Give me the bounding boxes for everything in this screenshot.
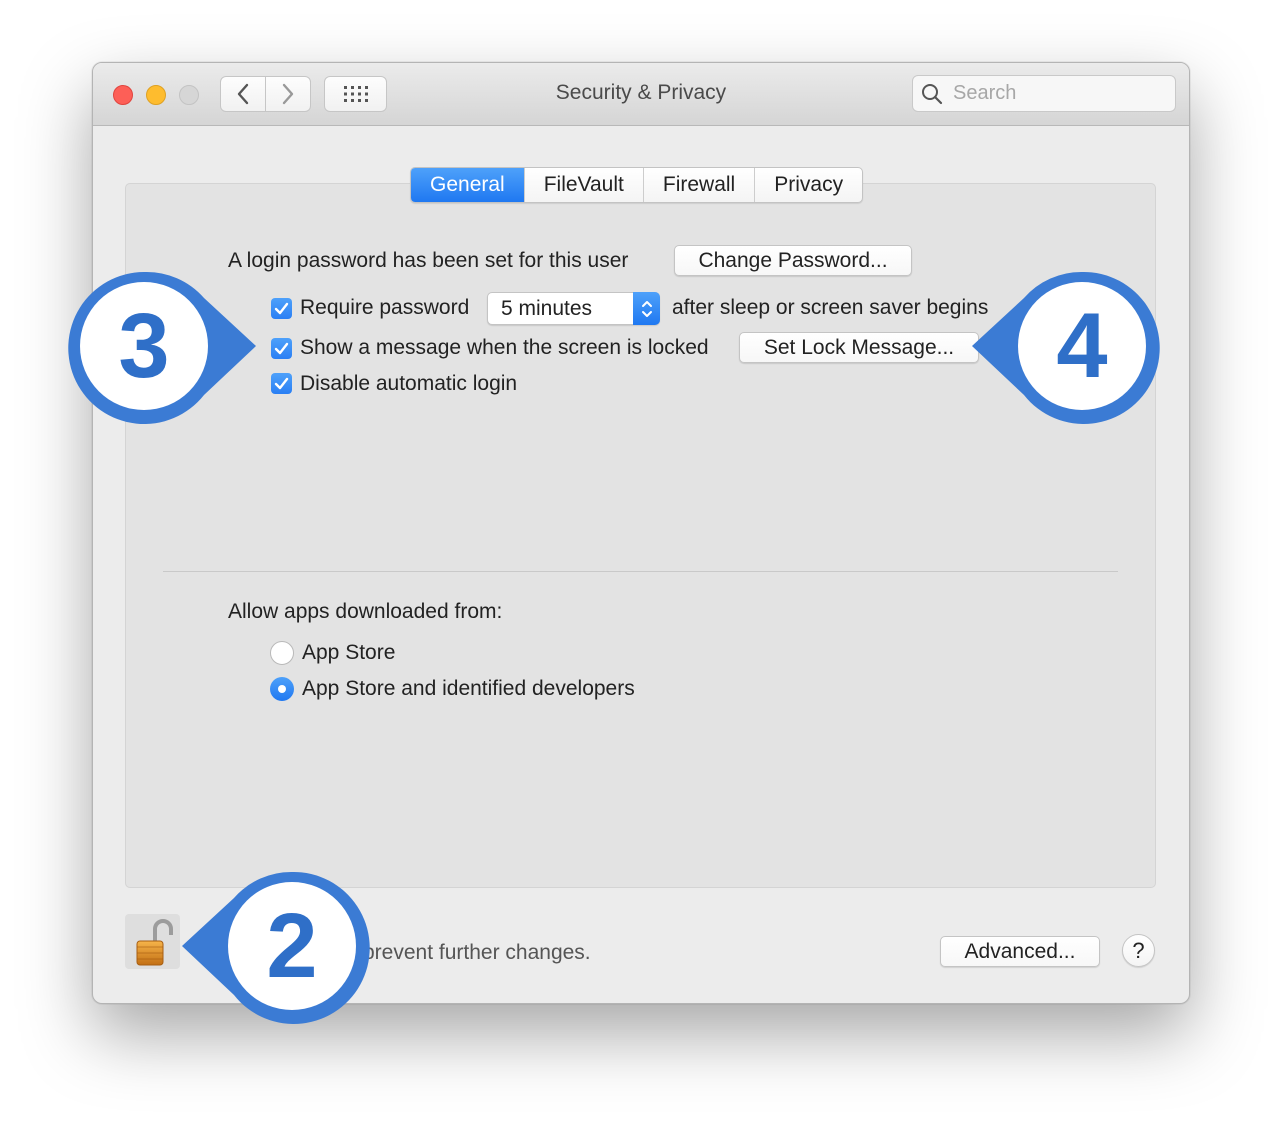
lock-status-text: prevent further changes. (363, 941, 591, 964)
radio-app-store[interactable] (270, 641, 294, 665)
radio-app-store-label: App Store (302, 641, 396, 664)
require-password-label: Require password (300, 296, 470, 319)
unlocked-padlock-icon (136, 918, 173, 965)
disable-auto-login-label: Disable automatic login (300, 372, 518, 395)
disable-auto-login-checkbox[interactable] (271, 373, 292, 394)
callout-4: 4 (966, 268, 1166, 428)
search-icon (922, 83, 943, 104)
section-divider (163, 571, 1118, 572)
callout-3-number: 3 (118, 295, 170, 397)
tab-bar: General FileVault Firewall Privacy (410, 167, 864, 203)
tab-privacy[interactable]: Privacy (754, 168, 862, 202)
titlebar: Security & Privacy (93, 63, 1189, 126)
change-password-button[interactable]: Change Password... (674, 245, 912, 276)
security-privacy-window: Security & Privacy General FileVault Fir… (92, 62, 1190, 1004)
search-field[interactable] (912, 75, 1176, 112)
after-sleep-text: after sleep or screen saver begins (672, 296, 989, 319)
tab-general[interactable]: General (411, 168, 524, 202)
callout-2-number: 2 (266, 895, 318, 997)
search-input[interactable] (951, 81, 1155, 106)
tab-firewall[interactable]: Firewall (642, 168, 754, 202)
advanced-button[interactable]: Advanced... (940, 936, 1100, 967)
callout-3: 3 (64, 268, 264, 428)
updown-arrows-icon (633, 292, 660, 325)
lock-button[interactable] (125, 914, 180, 969)
checkmark-icon (274, 342, 289, 355)
interval-value: 5 minutes (501, 297, 593, 320)
allow-apps-heading: Allow apps downloaded from: (228, 600, 503, 623)
set-lock-message-button[interactable]: Set Lock Message... (739, 332, 979, 363)
callout-2: 2 (176, 868, 376, 1028)
radio-app-store-identified-label: App Store and identified developers (302, 677, 635, 700)
tab-filevault[interactable]: FileVault (523, 168, 643, 202)
help-button[interactable]: ? (1122, 934, 1155, 967)
require-password-interval-select[interactable]: 5 minutes (487, 292, 660, 325)
require-password-checkbox[interactable] (271, 298, 292, 319)
login-password-text: A login password has been set for this u… (228, 249, 629, 272)
radio-app-store-identified[interactable] (270, 677, 294, 701)
show-message-label: Show a message when the screen is locked (300, 336, 709, 359)
show-message-checkbox[interactable] (271, 338, 292, 359)
callout-4-number: 4 (1056, 295, 1108, 397)
checkmark-icon (274, 377, 289, 390)
checkmark-icon (274, 302, 289, 315)
